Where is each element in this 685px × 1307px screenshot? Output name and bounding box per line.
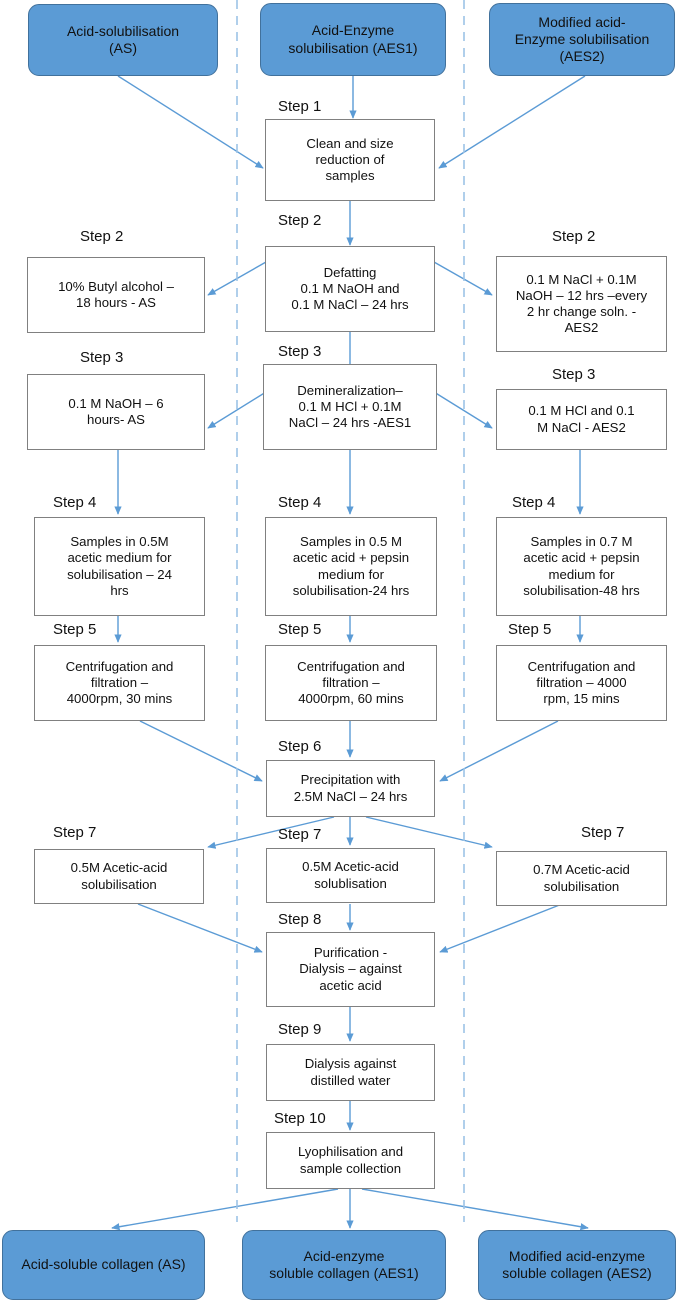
step-label-right-4: Step 4	[512, 494, 556, 511]
step-label-middle-6: Step 6	[278, 738, 322, 755]
step-label-right-2: Step 2	[552, 228, 596, 245]
step-label-left-5: Step 5	[53, 621, 97, 638]
terminal-modified-acid-enzyme-solubilisation[interactable]: Modified acid- Enzyme solubilisation (AE…	[489, 3, 675, 76]
process-left-step4[interactable]: Samples in 0.5M acetic medium for solubi…	[34, 517, 205, 616]
process-middle-step5[interactable]: Centrifugation and filtration – 4000rpm,…	[265, 645, 437, 721]
process-middle-step8[interactable]: Purification - Dialysis – against acetic…	[266, 932, 435, 1007]
terminal-acid-soluble-collagen[interactable]: Acid-soluble collagen (AS)	[2, 1230, 205, 1300]
process-middle-step7[interactable]: 0.5M Acetic-acid solublisation	[266, 848, 435, 903]
terminal-modified-acid-enzyme-soluble-collagen[interactable]: Modified acid-enzyme soluble collagen (A…	[478, 1230, 676, 1300]
process-middle-step9[interactable]: Dialysis against distilled water	[266, 1044, 435, 1101]
step-label-left-4: Step 4	[53, 494, 97, 511]
process-middle-step2[interactable]: Defatting 0.1 M NaOH and 0.1 M NaCl – 24…	[265, 246, 435, 332]
step-label-middle-9: Step 9	[278, 1021, 322, 1038]
terminal-acid-enzyme-soluble-collagen[interactable]: Acid-enzyme soluble collagen (AES1)	[242, 1230, 446, 1300]
step-label-middle-10: Step 10	[274, 1110, 326, 1127]
process-right-step2[interactable]: 0.1 M NaCl + 0.1M NaOH – 12 hrs –every 2…	[496, 256, 667, 352]
step-label-middle-1: Step 1	[278, 98, 322, 115]
step-label-middle-7: Step 7	[278, 826, 322, 843]
step-label-right-5: Step 5	[508, 621, 552, 638]
terminal-acid-enzyme-solubilisation[interactable]: Acid-Enzyme solubilisation (AES1)	[260, 3, 446, 76]
process-right-step5[interactable]: Centrifugation and filtration – 4000 rpm…	[496, 645, 667, 721]
step-label-right-3: Step 3	[552, 366, 596, 383]
process-left-step3[interactable]: 0.1 M NaOH – 6 hours- AS	[27, 374, 205, 450]
process-right-step3[interactable]: 0.1 M HCl and 0.1 M NaCl - AES2	[496, 389, 667, 450]
step-label-left-3: Step 3	[80, 349, 124, 366]
step-label-middle-3: Step 3	[278, 343, 322, 360]
flowchart-canvas: Acid-solubilisation (AS) Acid-Enzyme sol…	[0, 0, 685, 1307]
step-label-middle-5: Step 5	[278, 621, 322, 638]
process-middle-step4[interactable]: Samples in 0.5 M acetic acid + pepsin me…	[265, 517, 437, 616]
process-middle-step1[interactable]: Clean and size reduction of samples	[265, 119, 435, 201]
process-right-step4[interactable]: Samples in 0.7 M acetic acid + pepsin me…	[496, 517, 667, 616]
process-middle-step10[interactable]: Lyophilisation and sample collection	[266, 1132, 435, 1189]
step-label-right-7: Step 7	[581, 824, 625, 841]
step-label-left-7: Step 7	[53, 824, 97, 841]
process-right-step7[interactable]: 0.7M Acetic-acid solubilisation	[496, 851, 667, 906]
step-label-middle-8: Step 8	[278, 911, 322, 928]
process-middle-step3[interactable]: Demineralization– 0.1 M HCl + 0.1M NaCl …	[263, 364, 437, 450]
step-label-left-2: Step 2	[80, 228, 124, 245]
process-left-step5[interactable]: Centrifugation and filtration – 4000rpm,…	[34, 645, 205, 721]
terminal-acid-solubilisation[interactable]: Acid-solubilisation (AS)	[28, 4, 218, 76]
process-left-step2[interactable]: 10% Butyl alcohol – 18 hours - AS	[27, 257, 205, 333]
step-label-middle-4: Step 4	[278, 494, 322, 511]
step-label-middle-2: Step 2	[278, 212, 322, 229]
process-left-step7[interactable]: 0.5M Acetic-acid solubilisation	[34, 849, 204, 904]
process-middle-step6[interactable]: Precipitation with 2.5M NaCl – 24 hrs	[266, 760, 435, 817]
